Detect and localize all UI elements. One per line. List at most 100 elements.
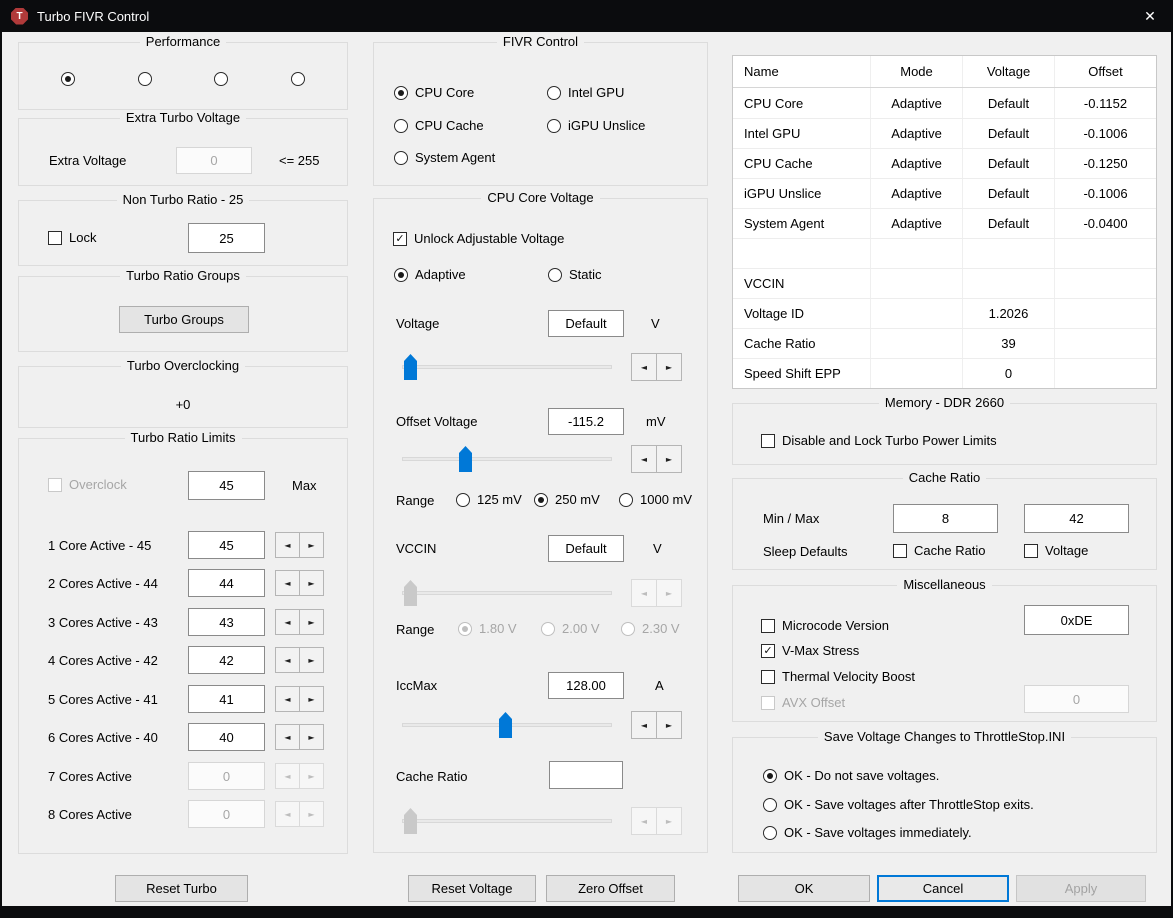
spin-left-button[interactable]: ◄ (275, 724, 300, 750)
table-row[interactable]: VCCIN (733, 268, 1156, 298)
performance-radio-1[interactable] (61, 72, 75, 86)
turbo-ratio-row-5: 5 Cores Active - 41 ◄► (19, 685, 347, 715)
spin-left-button[interactable]: ◄ (275, 570, 300, 596)
col-header-mode[interactable]: Mode (871, 56, 963, 87)
spin-left-button[interactable]: ◄ (631, 711, 657, 739)
spin-right-button[interactable]: ► (299, 609, 324, 635)
spin-left-button[interactable]: ◄ (275, 647, 300, 673)
voltage-slider[interactable] (402, 353, 612, 381)
spin-left-button[interactable]: ◄ (275, 686, 300, 712)
close-icon[interactable]: ✕ (1127, 0, 1173, 32)
vccin-value-input[interactable] (548, 535, 624, 562)
microcode-version-checkbox[interactable]: Microcode Version (761, 618, 889, 634)
radio-icon (548, 268, 562, 282)
radio-adaptive[interactable]: Adaptive (394, 267, 466, 283)
turbo-ratio-input-4[interactable] (188, 646, 265, 674)
turbo-groups-button[interactable]: Turbo Groups (119, 306, 249, 333)
reset-voltage-button[interactable]: Reset Voltage (408, 875, 536, 902)
voltage-value-input[interactable] (548, 310, 624, 337)
disable-lock-turbo-power-limits-checkbox[interactable]: Disable and Lock Turbo Power Limits (761, 433, 997, 449)
performance-radio-4[interactable] (290, 72, 305, 86)
col-header-offset[interactable]: Offset (1055, 56, 1156, 87)
radio-save-after-exit[interactable]: OK - Save voltages after ThrottleStop ex… (763, 797, 1034, 813)
sleep-voltage-checkbox[interactable]: Voltage (1024, 543, 1088, 559)
spin-left-button[interactable]: ◄ (275, 609, 300, 635)
voltage-unit-label: V (651, 316, 660, 331)
radio-cpu-core[interactable]: CPU Core (394, 85, 474, 101)
spin-left-button[interactable]: ◄ (631, 445, 657, 473)
microcode-value-input[interactable] (1024, 605, 1129, 635)
radio-igpu-unslice[interactable]: iGPU Unslice (547, 118, 645, 134)
performance-radio-3[interactable] (214, 72, 229, 86)
spin-right-button[interactable]: ► (299, 686, 324, 712)
window-border-left (0, 32, 2, 918)
table-row[interactable]: CPU Core Adaptive Default -0.1152 (733, 88, 1156, 118)
offset-voltage-slider[interactable] (402, 445, 612, 473)
table-row[interactable]: Speed Shift EPP 0 (733, 358, 1156, 388)
turbo-ratio-input-6[interactable] (188, 723, 265, 751)
turbo-max-input[interactable] (188, 471, 265, 500)
table-row[interactable]: System Agent Adaptive Default -0.0400 (733, 208, 1156, 238)
vmax-stress-checkbox[interactable]: ✓ V-Max Stress (761, 643, 859, 659)
col-header-name[interactable]: Name (733, 56, 871, 87)
offset-voltage-slider-thumb[interactable] (459, 446, 472, 472)
sleep-cache-ratio-checkbox[interactable]: Cache Ratio (893, 543, 986, 559)
iccmax-slider[interactable] (402, 711, 612, 739)
iccmax-input[interactable] (548, 672, 624, 699)
voltage-slider-thumb[interactable] (404, 354, 417, 380)
ok-button[interactable]: OK (738, 875, 870, 902)
vccin-label: VCCIN (396, 541, 437, 556)
radio-do-not-save[interactable]: OK - Do not save voltages. (763, 768, 939, 784)
offset-voltage-slider-track[interactable] (402, 457, 612, 461)
spin-right-button[interactable]: ► (299, 532, 324, 558)
reset-turbo-button[interactable]: Reset Turbo (115, 875, 248, 902)
core-count-label: 1 Core Active - 45 (48, 538, 152, 553)
non-turbo-ratio-input[interactable] (188, 223, 265, 253)
turbo-ratio-row-2: 2 Cores Active - 44 ◄► (19, 569, 347, 599)
thermal-velocity-boost-checkbox[interactable]: Thermal Velocity Boost (761, 669, 915, 685)
spin-right-button[interactable]: ► (656, 445, 682, 473)
voltage-slider-track[interactable] (402, 365, 612, 369)
iccmax-slider-thumb[interactable] (499, 712, 512, 738)
cancel-button[interactable]: Cancel (877, 875, 1009, 902)
spin-right-button[interactable]: ► (299, 647, 324, 673)
lock-checkbox[interactable]: Lock (48, 230, 96, 246)
turbo-ratio-input-1[interactable] (188, 531, 265, 559)
radio-system-agent[interactable]: System Agent (394, 150, 495, 166)
cache-ratio-min-input[interactable] (893, 504, 998, 533)
radio-intel-gpu[interactable]: Intel GPU (547, 85, 624, 101)
offset-range-label: Range (396, 493, 435, 508)
radio-range-1000mv[interactable]: 1000 mV (619, 492, 692, 508)
table-row[interactable]: iGPU Unslice Adaptive Default -0.1006 (733, 178, 1156, 208)
turbo-ratio-input-5[interactable] (188, 685, 265, 713)
offset-voltage-input[interactable] (548, 408, 624, 435)
fivr-control-group-title: FIVR Control (374, 34, 707, 50)
spin-right-button[interactable]: ► (299, 570, 324, 596)
spin-right-button[interactable]: ► (656, 711, 682, 739)
zero-offset-button[interactable]: Zero Offset (546, 875, 675, 902)
table-row[interactable]: Voltage ID 1.2026 (733, 298, 1156, 328)
cache-ratio-group: Cache Ratio Min / Max Sleep Defaults Cac… (732, 470, 1157, 570)
spin-left-button[interactable]: ◄ (631, 353, 657, 381)
turbo-ratio-input-3[interactable] (188, 608, 265, 636)
radio-save-immediately[interactable]: OK - Save voltages immediately. (763, 825, 972, 841)
table-row[interactable] (733, 238, 1156, 268)
turbo-ratio-input-2[interactable] (188, 569, 265, 597)
radio-static[interactable]: Static (548, 267, 602, 283)
cache-ratio-max-input[interactable] (1024, 504, 1129, 533)
col-header-voltage[interactable]: Voltage (963, 56, 1055, 87)
radio-cpu-cache[interactable]: CPU Cache (394, 118, 484, 134)
unlock-voltage-checkbox[interactable]: ✓ Unlock Adjustable Voltage (393, 231, 564, 247)
cache-ratio-input[interactable] (549, 761, 623, 789)
extra-voltage-input[interactable] (176, 147, 252, 174)
spin-right-button[interactable]: ► (299, 724, 324, 750)
table-row[interactable]: Intel GPU Adaptive Default -0.1006 (733, 118, 1156, 148)
performance-radio-2[interactable] (137, 72, 152, 86)
table-row[interactable]: Cache Ratio 39 (733, 328, 1156, 358)
spin-left-button[interactable]: ◄ (275, 532, 300, 558)
radio-range-250mv[interactable]: 250 mV (534, 492, 600, 508)
spin-right-button[interactable]: ► (656, 353, 682, 381)
table-row[interactable]: CPU Cache Adaptive Default -0.1250 (733, 148, 1156, 178)
radio-range-125mv[interactable]: 125 mV (456, 492, 522, 508)
turbo-ratio-row-3: 3 Cores Active - 43 ◄► (19, 608, 347, 638)
